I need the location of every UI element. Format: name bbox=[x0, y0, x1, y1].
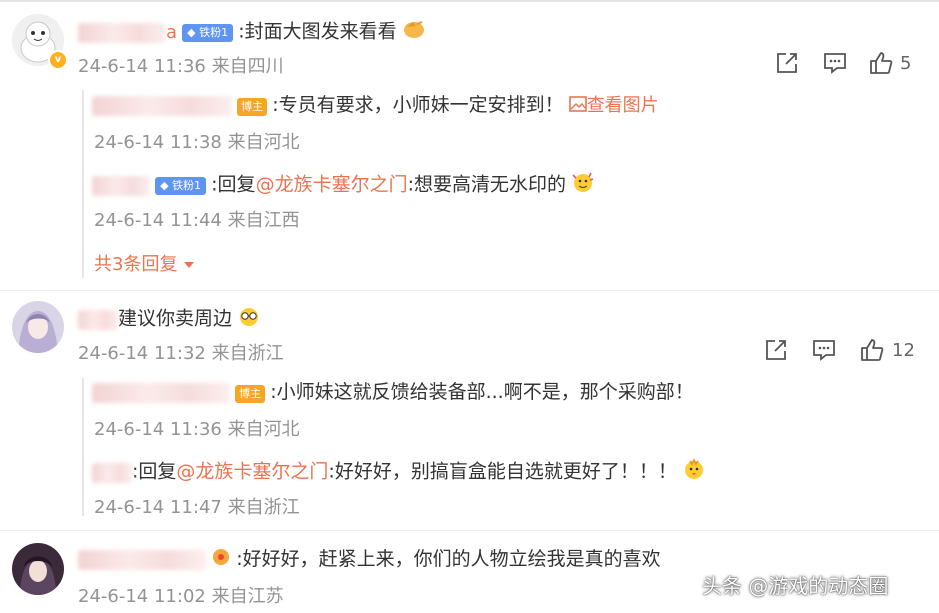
reply-text: :小师妹这就反馈给装备部...啊不是，那个采购部！ bbox=[270, 381, 694, 403]
reply-username[interactable] bbox=[92, 462, 132, 483]
reply-meta: 24-6-14 11:38 来自河北 bbox=[94, 132, 300, 153]
reply-meta: 24-6-14 11:47 来自浙江 bbox=[94, 497, 300, 518]
fan-badge-label: 铁粉1 bbox=[199, 26, 229, 39]
reply: :回复@龙族卡塞尔之门:好好好，别搞盲盒能自选就更好了！！！ bbox=[92, 457, 706, 483]
more-replies-link[interactable]: 共3条回复 bbox=[94, 250, 195, 276]
comment-header: 建议你卖周边 bbox=[78, 305, 261, 331]
reply: ◆ 铁粉1 :回复@龙族卡塞尔之门:想要高清无水印的 bbox=[92, 171, 595, 197]
flower-badge-icon bbox=[211, 547, 231, 575]
view-image-label: 查看图片 bbox=[586, 95, 659, 116]
comment-text: :好好好，赶紧上来，你们的人物立绘我是真的喜欢 bbox=[236, 548, 661, 570]
comment-meta: 24-6-14 11:32 来自浙江 bbox=[78, 343, 284, 364]
reply-meta: 24-6-14 11:36 来自河北 bbox=[94, 419, 300, 440]
blogger-badge: 博主 bbox=[235, 384, 266, 403]
fan-badge: ◆ 铁粉1 bbox=[155, 177, 207, 195]
comment-button[interactable] bbox=[822, 50, 848, 76]
comment-text: :封面大图发来看看 bbox=[238, 20, 397, 43]
like-button[interactable] bbox=[859, 337, 885, 363]
username[interactable]: a bbox=[78, 22, 177, 43]
share-icon bbox=[777, 53, 797, 73]
caret-down-icon bbox=[184, 262, 195, 268]
comment-meta: 24-6-14 11:02 来自江苏 bbox=[78, 586, 284, 607]
comment-icon bbox=[824, 53, 846, 74]
clap-emoji-icon bbox=[402, 18, 426, 48]
reply-username[interactable] bbox=[92, 175, 150, 196]
party-emoji-icon bbox=[571, 171, 595, 201]
comment-header: a ◆ 铁粉1 :封面大图发来看看 bbox=[78, 18, 426, 44]
comment-button[interactable] bbox=[811, 337, 837, 363]
reply-text: :专员有要求，小师妹一定安排到！ bbox=[272, 94, 564, 116]
username-tail: a bbox=[166, 21, 178, 43]
v-badge-icon: v bbox=[48, 50, 68, 70]
mention-link[interactable]: @龙族卡塞尔之门 bbox=[176, 461, 328, 483]
like-count: 12 bbox=[892, 340, 915, 361]
reply-meta: 24-6-14 11:44 来自江西 bbox=[94, 210, 300, 231]
comment-meta: 24-6-14 11:36 来自四川 bbox=[78, 56, 284, 77]
like-icon bbox=[861, 339, 884, 361]
reply-text: :想要高清无水印的 bbox=[407, 173, 566, 196]
share-button[interactable] bbox=[763, 337, 789, 363]
more-replies-label: 共3条回复 bbox=[94, 254, 178, 275]
blogger-badge: 博主 bbox=[237, 97, 268, 116]
comment-text: 建议你卖周边 bbox=[118, 307, 233, 330]
like-icon bbox=[870, 52, 893, 74]
reply: 博主 :小师妹这就反馈给装备部...啊不是，那个采购部！ bbox=[92, 379, 694, 405]
glasses-emoji-icon bbox=[237, 305, 261, 335]
reply-prefix: :回复 bbox=[211, 173, 256, 196]
image-icon bbox=[568, 96, 587, 112]
like-count: 5 bbox=[900, 53, 912, 74]
reply-text: :好好好，别搞盲盒能自选就更好了！！！ bbox=[328, 460, 677, 483]
fan-badge-label: 铁粉1 bbox=[172, 179, 202, 192]
comment-divider bbox=[0, 530, 939, 531]
mention-link[interactable]: @龙族卡塞尔之门 bbox=[256, 174, 408, 196]
share-button[interactable] bbox=[774, 50, 800, 76]
reply-divider bbox=[82, 90, 84, 278]
reply-prefix: :回复 bbox=[132, 460, 177, 483]
comment-icon bbox=[813, 340, 835, 361]
reply-username[interactable] bbox=[92, 382, 230, 403]
like-button[interactable] bbox=[868, 50, 894, 76]
view-image-link[interactable]: 查看图片 bbox=[568, 95, 659, 116]
comment-divider bbox=[0, 290, 939, 291]
chick-emoji-icon bbox=[682, 457, 706, 489]
top-divider bbox=[0, 0, 939, 2]
reply-divider bbox=[82, 378, 84, 516]
avatar[interactable] bbox=[12, 301, 64, 353]
username[interactable] bbox=[78, 309, 118, 330]
fan-badge: ◆ 铁粉1 bbox=[182, 24, 234, 42]
avatar[interactable] bbox=[12, 543, 64, 595]
share-icon bbox=[766, 340, 786, 360]
comment-header: :好好好，赶紧上来，你们的人物立绘我是真的喜欢 bbox=[78, 546, 661, 572]
watermark-text: 头条 @游戏的动态圈 bbox=[702, 574, 889, 598]
reply-username[interactable] bbox=[92, 95, 232, 116]
reply: 博主 :专员有要求，小师妹一定安排到！ 查看图片 bbox=[92, 92, 659, 118]
username[interactable] bbox=[78, 549, 206, 570]
